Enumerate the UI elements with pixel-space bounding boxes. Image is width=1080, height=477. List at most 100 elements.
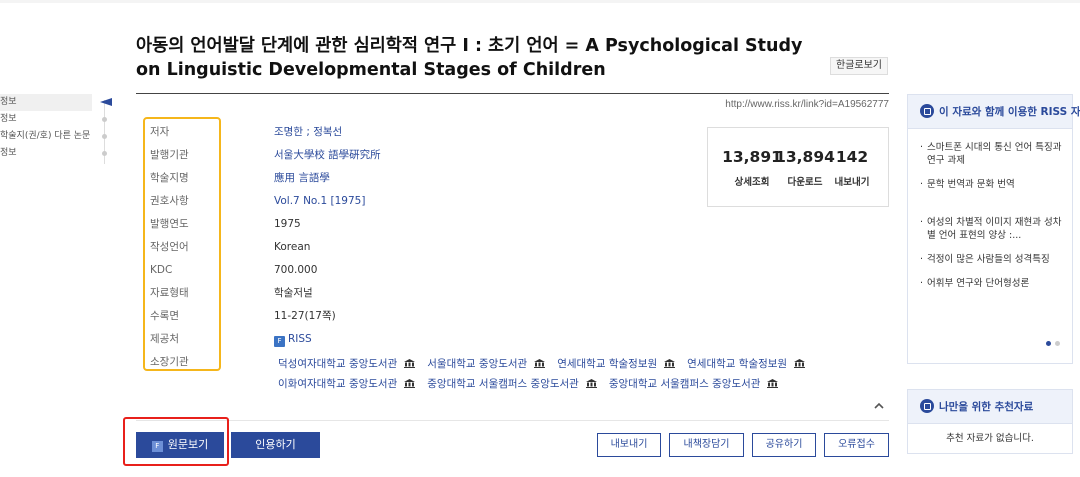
recommend-panel-title: 나만을 위한 추천자료 [939,401,1034,413]
library-icon [531,358,553,370]
meta-label: 소장기관 [150,356,189,368]
detail-side-nav: 정보 정보 학술지(권/호) 다른 논문 정보 [0,94,118,164]
meta-row-kdc: KDC 700.000 [150,260,710,283]
holding-library-link[interactable]: 이화여자대학교 중앙도서관 [278,378,397,390]
active-marker-icon [100,98,112,106]
usage-stats: 13,891 상세조회 13,894 다운로드 142 내보내기 [707,127,889,207]
carousel-pager [1042,331,1060,350]
publisher-link[interactable]: 서울大學校 語學硏究所 [274,145,381,165]
holding-library-link[interactable]: 서울대학교 중앙도서관 [427,358,527,370]
related-list: 스마트폰 시대의 통신 언어 특징과 연구 과제 문학 번역과 문화 번역 여성… [908,129,1072,290]
recommend-panel-header: 나만을 위한 추천자료 [908,390,1072,424]
journal-link[interactable]: 應用 言語學 [274,168,330,188]
library-icon [791,358,813,370]
share-button[interactable]: 공유하기 [752,433,816,457]
holding-library-link[interactable]: 연세대학교 학술정보원 [687,358,787,370]
meta-label: 발행기관 [150,149,189,161]
related-item[interactable]: 걱정이 많은 사람들의 성격특징 [920,253,1062,266]
report-error-button[interactable]: 오류접수 [824,433,889,457]
stat-number: 142 [835,148,869,166]
meta-row-publisher: 발행기관 서울大學校 語學硏究所 [150,145,710,168]
meta-value: Korean [274,241,311,253]
meta-row-language: 작성언어 Korean [150,237,710,260]
meta-row-type: 자료형태 학술저널 [150,283,710,306]
meta-row-pages: 수록면 11-27(17쪽) [150,306,710,329]
author-link[interactable]: 조명한 ; 정복선 [274,122,342,142]
recommendations-panel: 나만을 위한 추천자료 추천 자료가 없습니다. [907,389,1073,454]
meta-label: 수록면 [150,310,179,322]
view-original-button[interactable]: F 원문보기 [136,432,224,458]
korean-view-button[interactable]: 한글로보기 [830,57,888,75]
library-icon [401,358,423,370]
holding-library-link[interactable]: 중앙대학교 서울캠퍼스 중앙도서관 [427,378,579,390]
permalink[interactable]: http://www.riss.kr/link?id=A19562777 [725,99,889,110]
side-nav-item-4[interactable]: 정보 [0,145,118,162]
nav-dot [102,151,107,156]
related-item[interactable]: 여성의 차별적 이미지 재현과 성차별 언어 표현의 양상 :... [920,216,1062,242]
riss-icon: F [274,336,285,347]
provider-link[interactable]: F RISS [274,329,312,349]
book-icon [920,104,934,118]
meta-label: 권호사항 [150,195,189,207]
button-label: 원문보기 [167,438,209,451]
save-to-bookshelf-button[interactable]: 내책장담기 [669,433,744,457]
pager-dot-active[interactable] [1046,341,1051,346]
provider-name: RISS [288,333,312,345]
export-button[interactable]: 내보내기 [597,433,661,457]
meta-label: 학술지명 [150,172,189,184]
related-materials-panel: 이 자료와 함께 이용한 RISS 자료 스마트폰 시대의 통신 언어 특징과 … [907,94,1080,364]
holding-library-link[interactable]: 연세대학교 학술정보원 [557,358,657,370]
related-item[interactable]: 어휘부 연구와 단어형성론 [920,277,1062,290]
page-title: 아동의 언어발달 단계에 관한 심리학적 연구 Ⅰ : 초기 언어 = A Ps… [136,34,816,82]
library-icon [401,378,423,390]
volume-link[interactable]: Vol.7 No.1 [1975] [274,191,365,211]
book-icon [920,399,934,413]
empty-message: 추천 자료가 없습니다. [946,433,1034,444]
meta-label: KDC [150,264,173,276]
cite-button[interactable]: 인용하기 [231,432,320,458]
side-nav-item-2[interactable]: 정보 [0,111,118,128]
side-nav-label: 정보 [0,97,17,107]
meta-row-volume: 권호사항 Vol.7 No.1 [1975] [150,191,710,214]
title-divider [136,93,889,94]
title-line-1: 아동의 언어발달 단계에 관한 심리학적 연구 Ⅰ : 초기 언어 = A Ps… [136,36,803,56]
side-nav-item-3[interactable]: 학술지(권/호) 다른 논문 [0,128,118,145]
library-icon [583,378,605,390]
related-item[interactable]: 문학 번역과 문화 번역 [920,178,1062,191]
title-line-2: on Linguistic Developmental Stages of Ch… [136,60,606,80]
nav-dot [102,117,107,122]
side-nav-label: 정보 [0,148,17,158]
meta-label: 제공처 [150,333,179,345]
side-nav-label: 정보 [0,114,17,124]
side-nav-label: 학술지(권/호) 다른 논문 [0,131,91,141]
related-panel-title: 이 자료와 함께 이용한 RISS 자료 [939,106,1080,118]
pager-dot[interactable] [1055,341,1060,346]
related-item[interactable]: 스마트폰 시대의 통신 언어 특징과 연구 과제 [920,141,1062,167]
holding-libraries-line-1: 덕성여자대학교 중앙도서관 서울대학교 중앙도서관 연세대학교 학술정보원 연세대학교… [278,356,817,371]
meta-value: 11-27(17쪽) [274,310,336,322]
meta-value: 700.000 [274,264,318,276]
meta-label: 작성언어 [150,241,189,253]
meta-row-provider: 제공처 F RISS [150,329,710,352]
stat-label: 내보내기 [834,177,870,188]
meta-row-author: 저자 조명한 ; 정복선 [150,122,710,145]
nav-dot [102,134,107,139]
meta-label: 자료형태 [150,287,189,299]
top-divider [0,0,1080,3]
library-icon [764,378,786,390]
meta-value: 1975 [274,218,301,230]
related-panel-header: 이 자료와 함께 이용한 RISS 자료 [908,95,1080,129]
holding-library-link[interactable]: 중앙대학교 서울캠퍼스 중앙도서관 [609,378,761,390]
meta-label: 발행연도 [150,218,189,230]
meta-row-year: 발행연도 1975 [150,214,710,237]
holding-libraries-line-2: 이화여자대학교 중앙도서관 중앙대학교 서울캠퍼스 중앙도서관 중앙대학교 서울캠퍼… [278,376,790,391]
meta-label: 저자 [150,126,170,138]
library-icon [661,358,683,370]
collapse-chevron-icon[interactable] [874,401,884,411]
meta-row-journal: 학술지명 應用 言語學 [150,168,710,191]
action-divider [136,420,889,421]
holding-library-link[interactable]: 덕성여자대학교 중앙도서관 [278,358,397,370]
side-nav-item-1[interactable]: 정보 [0,94,92,111]
meta-value: 학술저널 [274,287,313,299]
stat-exports: 142 내보내기 [826,128,878,188]
